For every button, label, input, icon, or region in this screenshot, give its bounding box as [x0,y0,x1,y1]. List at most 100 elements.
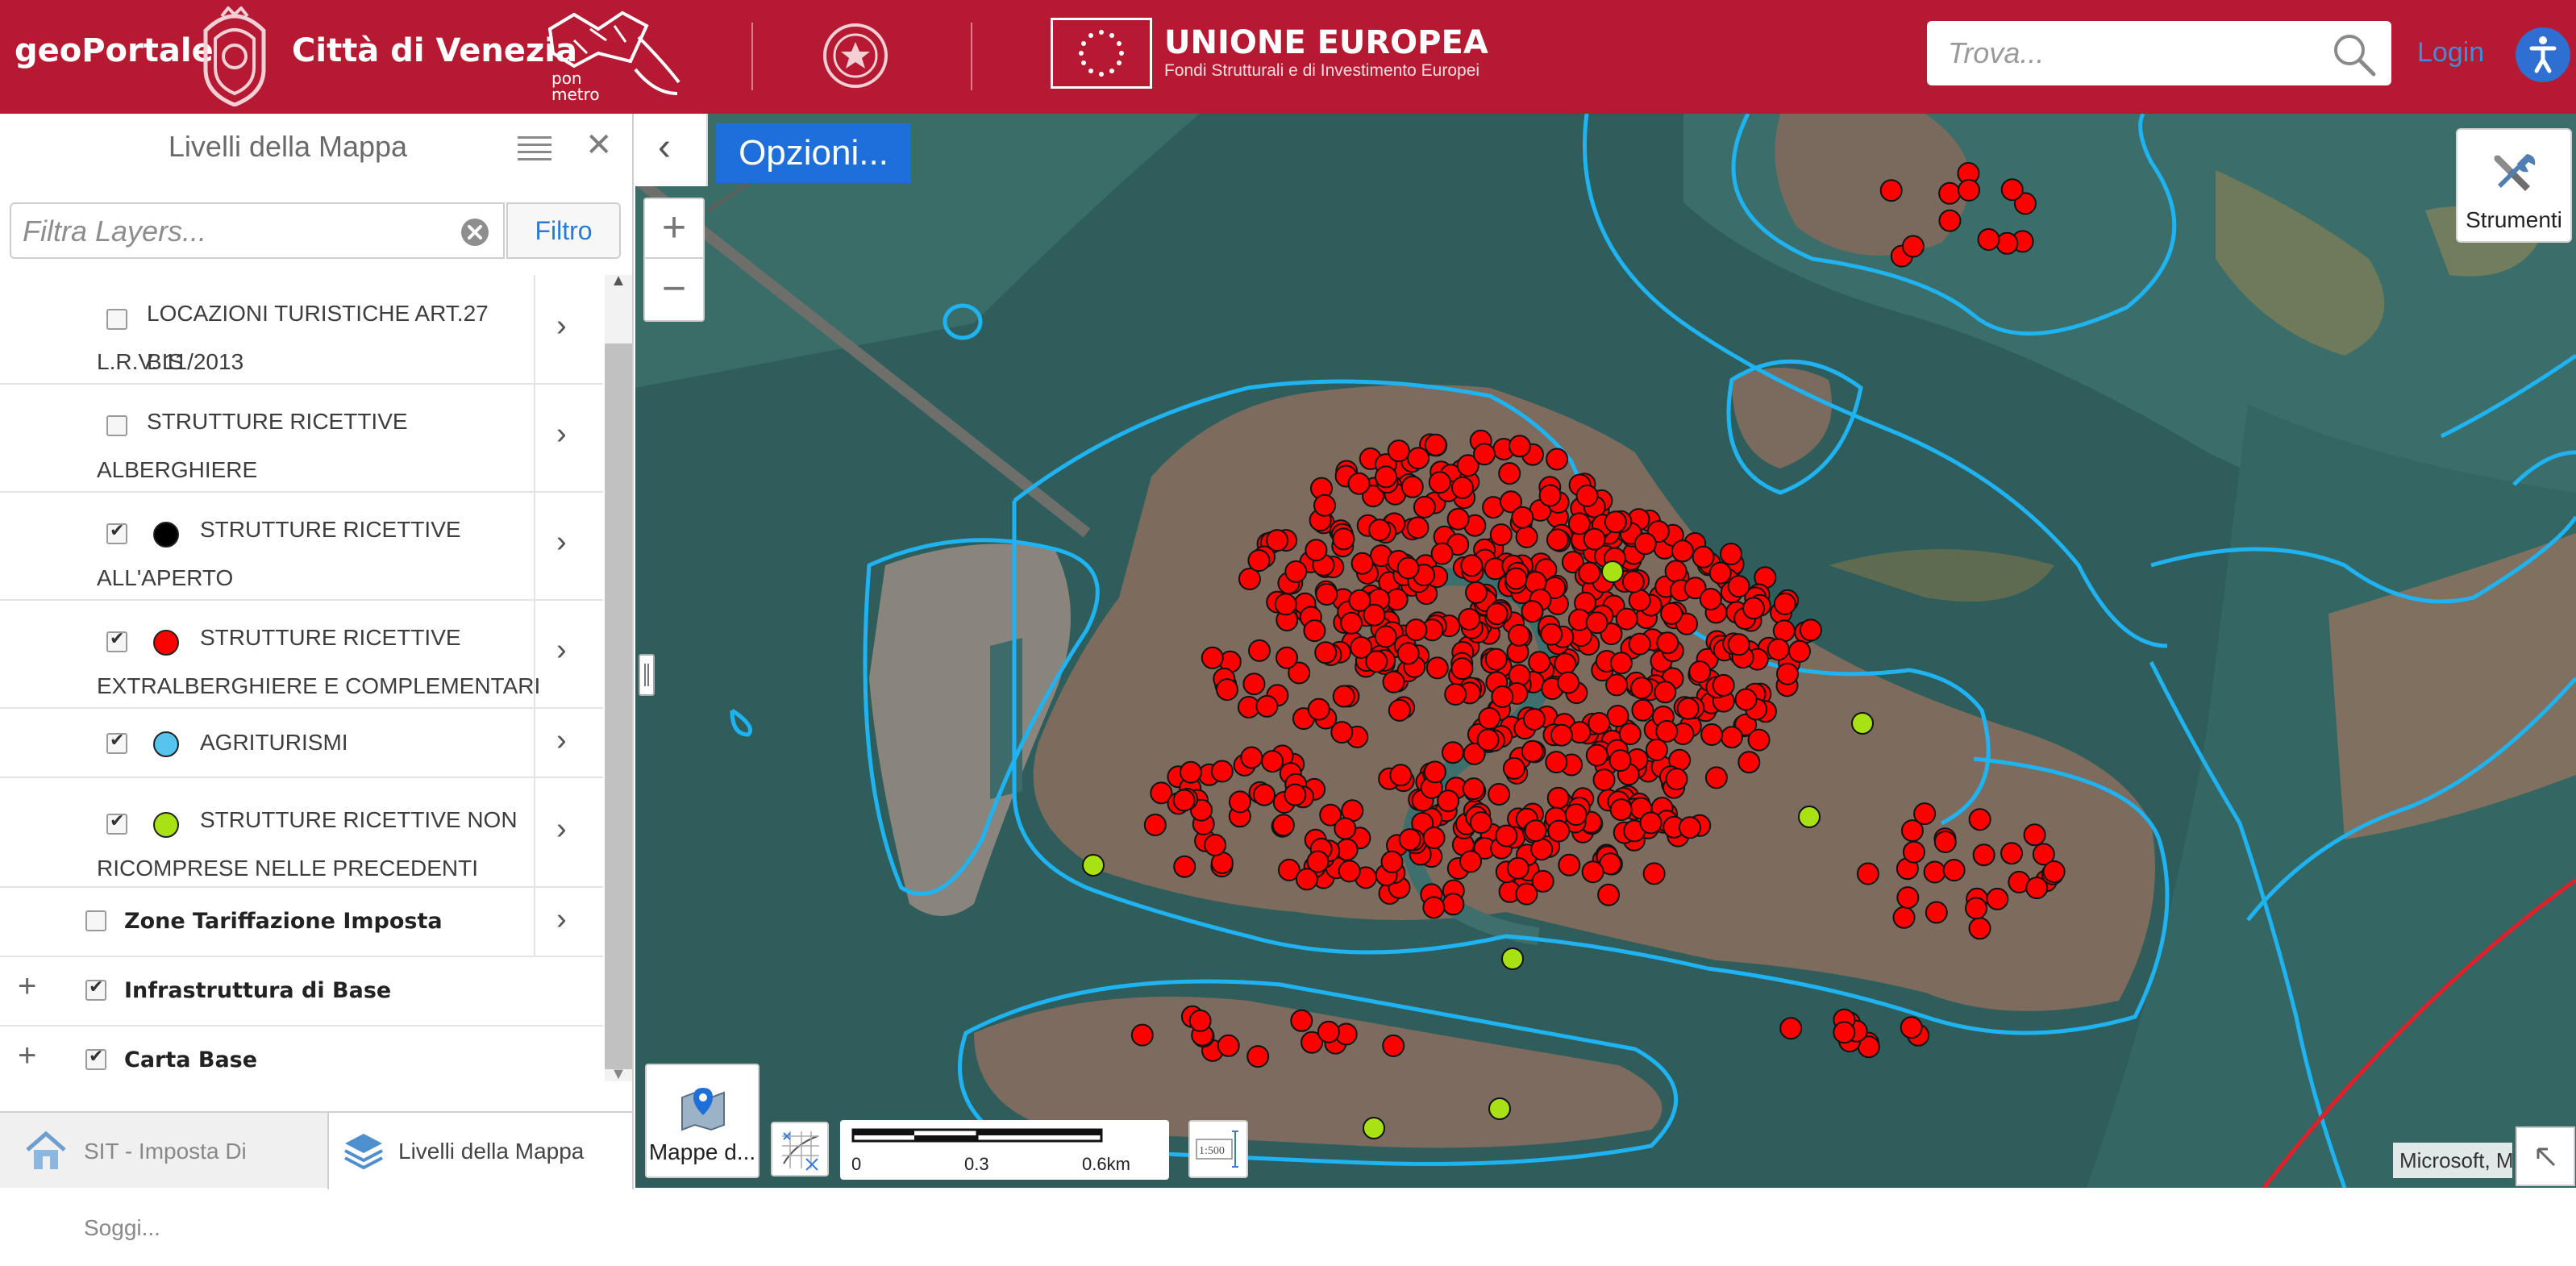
poi-marker-red[interactable] [1442,893,1465,916]
poi-marker-red[interactable] [1575,484,1599,507]
poi-marker-red[interactable] [2000,178,2024,202]
poi-marker-red[interactable] [1458,608,1481,631]
poi-marker-red[interactable] [1413,495,1436,518]
poi-marker-red[interactable] [1363,603,1386,627]
poi-marker-red[interactable] [1476,728,1500,752]
scale-ratio-button[interactable]: 1:500 [1188,1120,1248,1178]
poi-marker-red[interactable] [1925,901,1948,924]
satellite-map[interactable] [635,114,2576,1188]
layer-checkbox[interactable] [106,810,127,835]
poi-marker-red[interactable] [1550,723,1573,747]
poi-marker-red[interactable] [1306,850,1330,873]
poi-marker-red[interactable] [1317,1020,1340,1043]
chevron-right-icon[interactable]: › [556,417,567,452]
filter-button[interactable]: Filtro [506,202,621,259]
poi-marker-red[interactable] [1772,619,1796,643]
poi-marker-red[interactable] [1737,751,1761,774]
poi-marker-red[interactable] [1692,545,1715,568]
scroll-up-arrow-icon[interactable]: ▲ [606,272,630,290]
poi-marker-red[interactable] [1382,1034,1405,1057]
layer-expand-cell[interactable]: › [534,778,603,886]
poi-marker-red[interactable] [1779,1017,1803,1040]
poi-marker-red[interactable] [1400,475,1424,498]
poi-marker-red[interactable] [1546,448,1569,471]
poi-marker-red[interactable] [1315,583,1338,606]
chevron-right-icon[interactable]: › [556,812,567,847]
panel-resize-handle[interactable] [639,654,655,696]
poi-marker-red[interactable] [1585,743,1608,767]
layer-row[interactable]: STRUTTURE RICETTIVE ALL'APERTO › [0,493,603,601]
poi-marker-red[interactable] [1406,516,1429,539]
poi-marker-red[interactable] [1508,435,1531,458]
layer-checkbox[interactable] [106,628,127,652]
poi-marker-red[interactable] [1704,766,1728,789]
poi-marker-red[interactable] [1720,726,1743,749]
poi-marker-red[interactable] [1615,607,1638,631]
tools-button[interactable]: Strumenti [2456,128,2572,243]
poi-marker-red[interactable] [1511,506,1534,529]
poi-marker-red[interactable] [1747,728,1771,752]
poi-marker-red[interactable] [2000,842,2023,865]
layer-row[interactable]: STRUTTURE RICETTIVE NON RICOMPRESE NELLE… [0,778,603,888]
group-checkbox[interactable] [85,910,106,931]
poi-marker-red[interactable] [1655,719,1679,743]
poi-marker-red[interactable] [1656,631,1679,655]
poi-marker-red[interactable] [1407,447,1430,470]
poi-marker-red[interactable] [1664,560,1688,583]
poi-marker-red[interactable] [1995,231,2019,255]
poi-marker-green[interactable] [1363,1117,1385,1139]
chevron-left-icon[interactable]: ‹ [658,125,671,169]
poi-marker-red[interactable] [1238,568,1261,590]
poi-marker-red[interactable] [1405,618,1428,642]
layer-row[interactable]: LOCAZIONI TURISTICHE ART.27 BIS L.R.V. 1… [0,275,603,385]
poi-marker-red[interactable] [1255,694,1279,718]
poi-marker-red[interactable] [1699,588,1722,610]
poi-marker-red[interactable] [1305,539,1328,562]
poi-marker-red[interactable] [1465,581,1488,604]
chevron-right-icon[interactable]: › [556,525,567,560]
poi-marker-red[interactable] [1581,860,1604,884]
accessibility-icon[interactable] [2516,27,2570,82]
poi-marker-red[interactable] [1660,602,1683,625]
poi-marker-red[interactable] [1228,790,1251,814]
poi-marker-red[interactable] [1642,862,1666,885]
poi-marker-red[interactable] [1609,652,1633,675]
poi-marker-red[interactable] [1734,688,1758,711]
poi-marker-red[interactable] [1958,178,1980,202]
poi-marker-red[interactable] [1290,1009,1313,1032]
poi-marker-red[interactable] [1671,539,1694,563]
poi-marker-green[interactable] [1601,560,1624,583]
layer-expand-cell[interactable]: › [534,385,603,491]
poi-marker-red[interactable] [1271,814,1295,837]
poi-marker-red[interactable] [1442,741,1464,764]
poi-marker-red[interactable] [1284,560,1308,583]
login-link[interactable]: Login [2417,37,2484,69]
poi-marker-red[interactable] [1968,917,1991,940]
group-checkbox[interactable] [85,1046,106,1070]
poi-marker-red[interactable] [1210,760,1234,783]
poi-marker-red[interactable] [1387,439,1410,463]
poi-marker-red[interactable] [1585,611,1608,635]
poi-marker-red[interactable] [1833,1021,1856,1044]
poi-marker-red[interactable] [1665,768,1688,791]
poi-marker-red[interactable] [1515,525,1538,548]
poi-marker-red[interactable] [1450,476,1474,499]
poi-marker-red[interactable] [1437,789,1460,813]
poi-marker-red[interactable] [1460,554,1484,577]
layer-expand-cell[interactable]: › [534,493,603,599]
layer-expand-cell[interactable]: › [534,601,603,707]
poi-marker-red[interactable] [1540,623,1563,646]
poi-marker-green[interactable] [1501,947,1524,970]
poi-marker-red[interactable] [1374,625,1397,648]
layer-expand-cell[interactable]: › [534,709,603,777]
layer-row[interactable]: STRUTTURE RICETTIVE EXTRALBERGHIERE E CO… [0,601,603,709]
layer-expand-cell[interactable]: › [534,275,603,383]
poi-marker-red[interactable] [1444,683,1467,706]
poi-marker-red[interactable] [1608,749,1632,773]
poi-marker-green[interactable] [1082,854,1105,877]
poi-marker-red[interactable] [1901,235,1925,258]
poi-marker-red[interactable] [1972,843,1995,867]
poi-marker-red[interactable] [1557,671,1580,694]
poi-marker-red[interactable] [1446,507,1470,531]
poi-marker-red[interactable] [1799,618,1822,642]
